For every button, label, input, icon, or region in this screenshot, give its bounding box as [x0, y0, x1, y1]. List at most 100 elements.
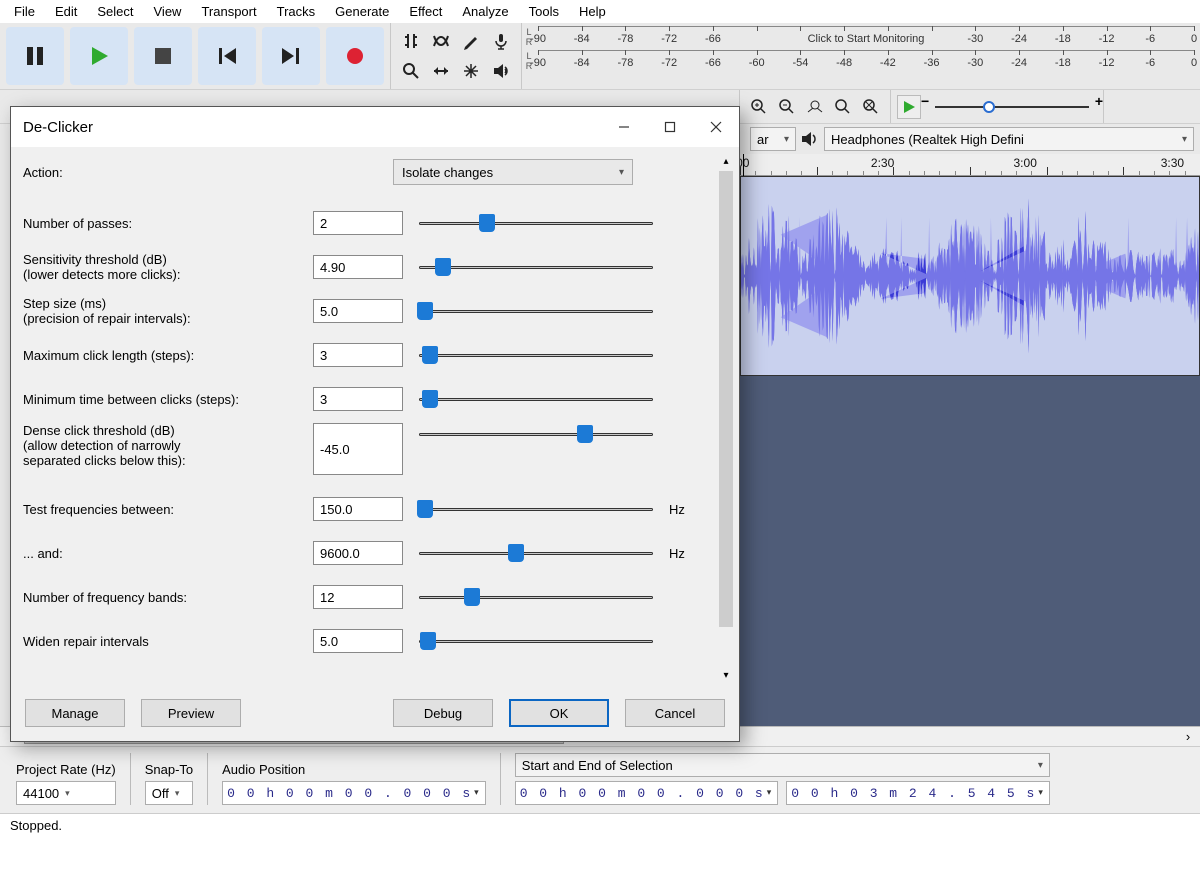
selection-start-value: 0 0 h 0 0 m 0 0 . 0 0 0 s [520, 786, 765, 801]
ok-button[interactable]: OK [509, 699, 609, 727]
close-button[interactable] [693, 107, 739, 147]
menu-file[interactable]: File [4, 2, 45, 21]
param-input[interactable] [313, 541, 403, 565]
param-slider[interactable] [413, 498, 659, 520]
dialog-titlebar[interactable]: De-Clicker [11, 107, 739, 147]
menu-tools[interactable]: Tools [519, 2, 569, 21]
selection-end-field[interactable]: 0 0 h 0 3 m 2 4 . 5 4 5 s ▾ [786, 781, 1050, 805]
pause-button[interactable] [6, 27, 64, 85]
param-input[interactable] [313, 211, 403, 235]
audio-position-label: Audio Position [222, 762, 486, 777]
scroll-right-icon[interactable]: › [1180, 729, 1196, 745]
param-slider[interactable] [413, 586, 659, 608]
scroll-up-icon[interactable]: ▴ [717, 153, 735, 169]
chevron-down-icon: ▾ [784, 134, 789, 145]
stop-button[interactable] [134, 27, 192, 85]
param-input[interactable] [313, 255, 403, 279]
maximize-button[interactable] [647, 107, 693, 147]
multi-tool[interactable] [457, 57, 485, 85]
param-input[interactable] [313, 299, 403, 323]
param-input[interactable] [313, 343, 403, 367]
fit-selection-button[interactable] [802, 94, 828, 120]
scroll-down-icon[interactable]: ▾ [717, 667, 735, 683]
skip-start-button[interactable] [198, 27, 256, 85]
mic-icon[interactable] [487, 27, 515, 55]
param-row-1: Sensitivity threshold (dB) (lower detect… [23, 247, 709, 287]
selection-start-field[interactable]: 0 0 h 0 0 m 0 0 . 0 0 0 s ▾ [515, 781, 779, 805]
param-input[interactable] [313, 423, 403, 475]
fit-project-button[interactable] [830, 94, 856, 120]
zoom-tool[interactable] [397, 57, 425, 85]
manage-button[interactable]: Manage [25, 699, 125, 727]
record-meter[interactable]: LR -90-84-78-72-66-30-24-18-12-60Click t… [524, 25, 1194, 49]
dialog-buttons: Manage Preview Debug OK Cancel [11, 689, 739, 741]
param-input[interactable] [313, 629, 403, 653]
param-row-9: Widen repair intervals [23, 621, 709, 661]
param-slider[interactable] [413, 542, 659, 564]
play-at-speed-group: − + [891, 90, 1104, 123]
menu-help[interactable]: Help [569, 2, 616, 21]
menu-view[interactable]: View [144, 2, 192, 21]
chevron-down-icon: ▾ [1038, 788, 1045, 798]
timeline-area: 002:303:003:30 [740, 154, 1200, 726]
play-button[interactable] [70, 27, 128, 85]
play-at-speed-button[interactable] [897, 95, 921, 119]
param-slider[interactable] [413, 423, 659, 445]
menu-analyze[interactable]: Analyze [452, 2, 518, 21]
param-slider[interactable] [413, 256, 659, 278]
preview-button[interactable]: Preview [141, 699, 241, 727]
action-label: Action: [23, 165, 303, 180]
param-slider[interactable] [413, 212, 659, 234]
zoom-out-button[interactable] [774, 94, 800, 120]
menu-effect[interactable]: Effect [399, 2, 452, 21]
speaker-icon [800, 129, 820, 149]
chevron-down-icon: ▾ [1182, 134, 1187, 145]
param-row-0: Number of passes: [23, 203, 709, 243]
param-unit: Hz [669, 546, 709, 561]
project-rate-select[interactable]: 44100 ▾ [16, 781, 116, 805]
record-button[interactable] [326, 27, 384, 85]
param-input[interactable] [313, 585, 403, 609]
menu-transport[interactable]: Transport [191, 2, 266, 21]
zoom-in-button[interactable] [746, 94, 772, 120]
cancel-button[interactable]: Cancel [625, 699, 725, 727]
dialog-title: De-Clicker [23, 119, 93, 136]
debug-button[interactable]: Debug [393, 699, 493, 727]
dialog-scrollbar[interactable]: ▴ ▾ [717, 153, 735, 683]
input-device-select[interactable]: ar ▾ [750, 127, 796, 151]
playback-speed-slider[interactable]: − + [927, 97, 1097, 117]
output-device-select[interactable]: Headphones (Realtek High Defini ▾ [824, 127, 1194, 151]
param-row-2: Step size (ms) (precision of repair inte… [23, 291, 709, 331]
waveform[interactable] [741, 177, 1199, 375]
snap-to-select[interactable]: Off ▾ [145, 781, 193, 805]
param-slider[interactable] [413, 630, 659, 652]
param-slider[interactable] [413, 344, 659, 366]
param-input[interactable] [313, 497, 403, 521]
menu-generate[interactable]: Generate [325, 2, 399, 21]
chevron-down-icon: ▾ [1038, 760, 1043, 771]
selection-mode-select[interactable]: Start and End of Selection ▾ [515, 753, 1050, 777]
menu-tracks[interactable]: Tracks [267, 2, 326, 21]
minimize-button[interactable] [601, 107, 647, 147]
tracks-area[interactable] [740, 176, 1200, 596]
param-label: Test frequencies between: [23, 502, 303, 517]
skip-end-button[interactable] [262, 27, 320, 85]
param-slider[interactable] [413, 388, 659, 410]
param-input[interactable] [313, 387, 403, 411]
menu-select[interactable]: Select [87, 2, 143, 21]
speaker-icon[interactable] [487, 57, 515, 85]
param-row-3: Maximum click length (steps): [23, 335, 709, 375]
menu-edit[interactable]: Edit [45, 2, 87, 21]
action-select[interactable]: Isolate changes ▾ [393, 159, 633, 185]
envelope-tool[interactable] [427, 27, 455, 55]
tool-buttons [391, 23, 522, 89]
param-slider[interactable] [413, 300, 659, 322]
playback-meter[interactable]: LR -90-84-78-72-66-60-54-48-42-36-30-24-… [524, 49, 1194, 73]
timeshift-tool[interactable] [427, 57, 455, 85]
selection-tool[interactable] [397, 27, 425, 55]
monitoring-text[interactable]: Click to Start Monitoring [804, 33, 929, 45]
time-ruler[interactable]: 002:303:003:30 [740, 154, 1200, 176]
draw-tool[interactable] [457, 27, 485, 55]
audio-position-field[interactable]: 0 0 h 0 0 m 0 0 . 0 0 0 s ▾ [222, 781, 486, 805]
zoom-toggle-button[interactable] [858, 94, 884, 120]
